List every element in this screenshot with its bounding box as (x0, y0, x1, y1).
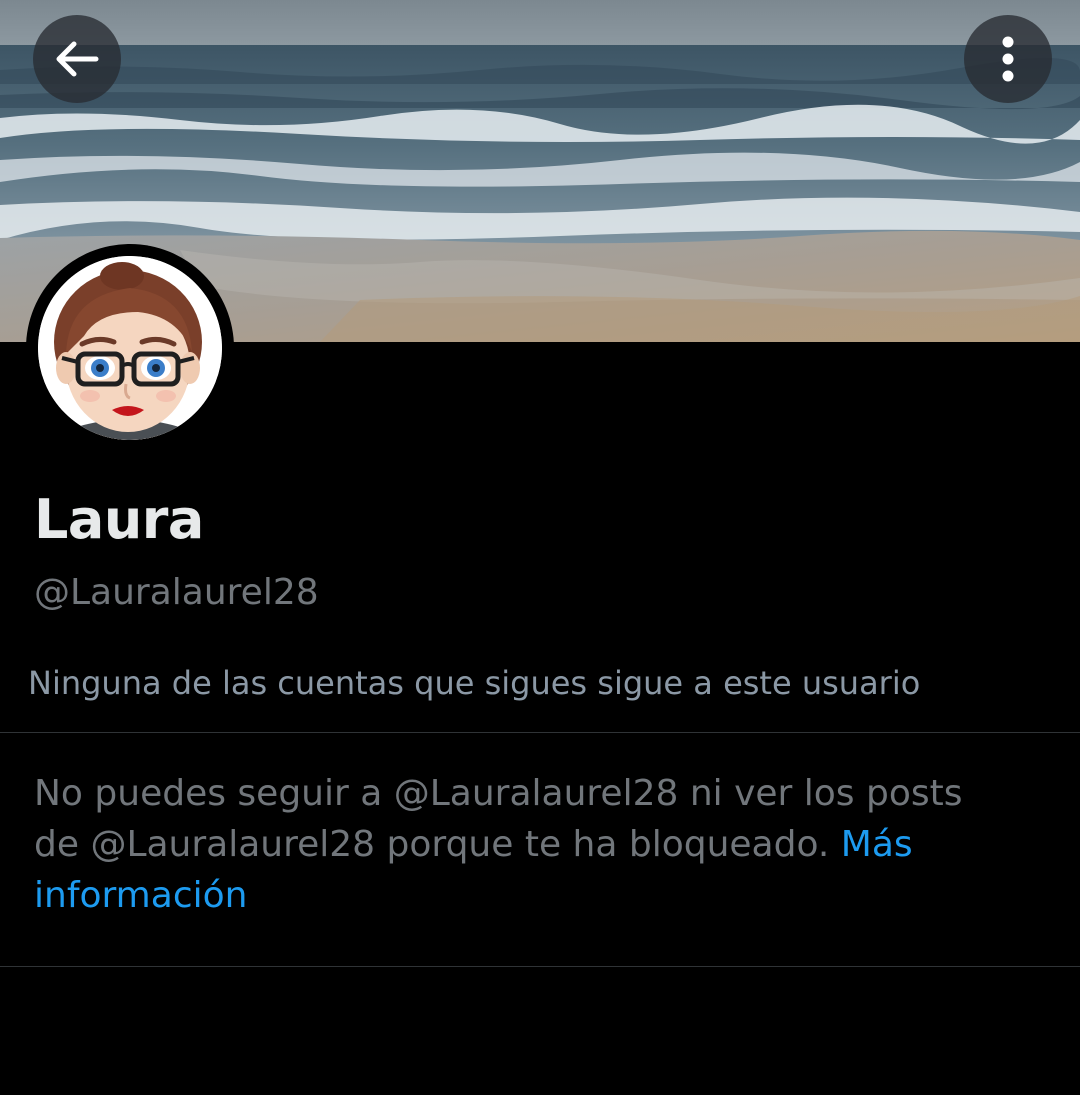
arrow-left-icon (56, 41, 99, 77)
profile-handle: @Lauralaurel28 (34, 572, 319, 613)
blocked-message-text: No puedes seguir a @Lauralaurel28 ni ver… (34, 773, 963, 865)
divider (0, 732, 1080, 733)
more-vertical-icon (1002, 36, 1014, 82)
blocked-message: No puedes seguir a @Lauralaurel28 ni ver… (34, 768, 994, 921)
more-options-button[interactable] (964, 15, 1052, 103)
avatar[interactable] (26, 244, 234, 452)
divider (0, 966, 1080, 967)
back-button[interactable] (33, 15, 121, 103)
profile-name: Laura (34, 488, 204, 551)
bitmoji-avatar (38, 256, 222, 440)
followers-you-know-note[interactable]: Ninguna de las cuentas que sigues sigue … (28, 664, 920, 702)
